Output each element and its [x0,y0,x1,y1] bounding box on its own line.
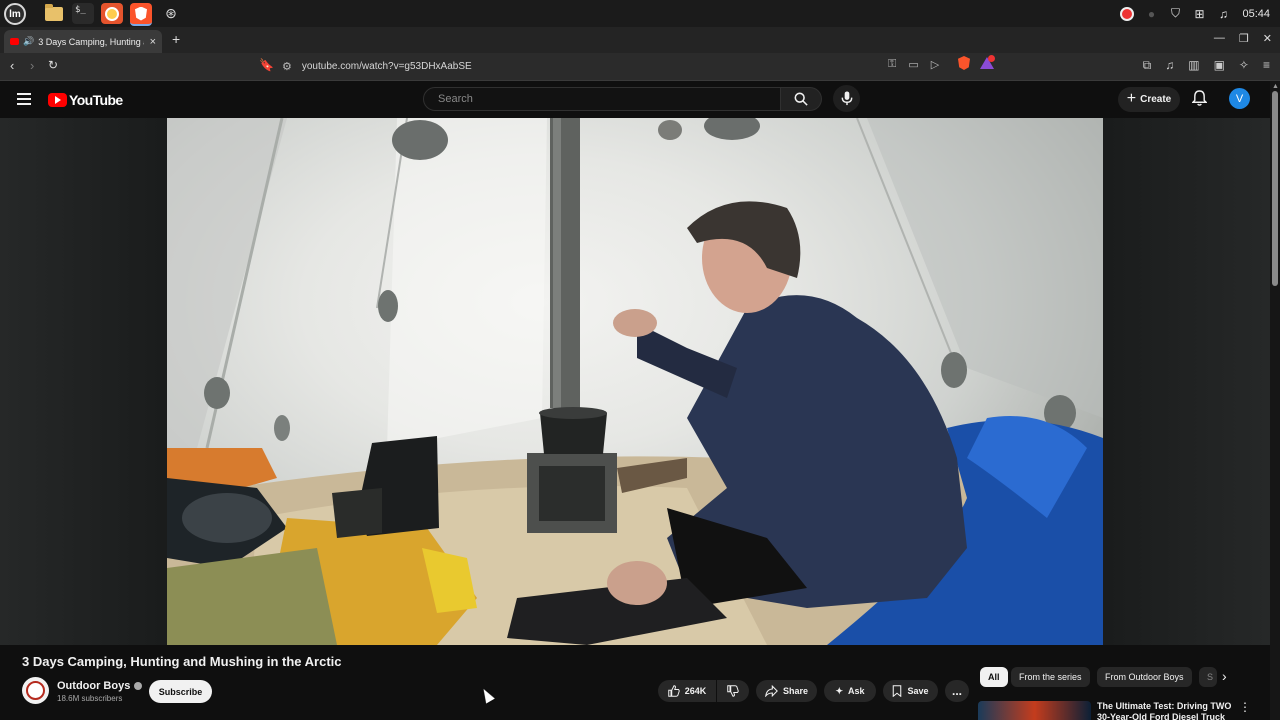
minimize-icon[interactable]: — [1214,32,1225,45]
hamburger-menu-icon[interactable] [17,93,31,105]
firefox-icon[interactable] [101,3,123,24]
save-label: Save [907,686,929,696]
chip-from-series[interactable]: From the series [1011,667,1090,687]
screenshot-icon[interactable]: ⧉ [1143,58,1152,73]
record-icon[interactable] [1120,6,1135,21]
search-box[interactable] [423,87,781,111]
menu-icon[interactable]: ≡ [1263,58,1270,73]
scroll-up-icon[interactable]: ▲ [1272,83,1279,90]
create-label: Create [1140,94,1172,105]
os-taskbar: lm $_ ⊛ ● ⛉ ⊞ ♫ 05:44 [0,0,1280,27]
verified-icon [134,682,143,690]
share-icon [765,685,778,697]
play-icon[interactable]: ▷ [931,58,939,71]
sidebar-icon[interactable]: ▥ [1188,58,1199,73]
page-scrollbar[interactable]: ▲ [1270,81,1280,720]
mint-menu-icon[interactable]: lm [4,3,26,25]
search-button[interactable] [781,87,822,111]
chip-all[interactable]: All [980,667,1008,687]
tab-title: 3 Days Camping, Hunting and Mushing in t… [38,36,144,47]
share-button[interactable]: Share [756,680,817,702]
sparkle-icon: ✦ [835,685,844,696]
ask-button[interactable]: ✦ Ask [824,680,876,702]
bookmark-icon[interactable]: 🔖 [259,58,274,72]
share-label: Share [782,686,808,696]
channel-name[interactable]: Outdoor Boys [57,680,143,692]
close-window-icon[interactable]: ✕ [1263,32,1272,45]
video-player[interactable] [167,118,1103,645]
ask-label: Ask [848,686,865,696]
cast-icon[interactable]: ▭ [908,58,918,71]
search-icon [794,92,808,106]
subscriber-count: 18.6M subscribers [57,694,123,703]
youtube-header: YouTube + Create V [0,81,1270,118]
terminal-icon[interactable]: $_ [72,3,94,24]
clock[interactable]: 05:44 [1242,8,1270,20]
back-icon[interactable]: ‹ [10,58,14,73]
recommendation-title[interactable]: The Ultimate Test: Driving TWO 30-Year-O… [1097,701,1237,720]
chip-truncated[interactable]: S [1199,667,1217,687]
brave-icon[interactable] [130,3,152,26]
youtube-play-icon [48,93,67,107]
bookmark-save-icon [893,685,902,697]
close-tab-icon[interactable]: × [150,36,156,48]
youtube-logo[interactable]: YouTube [48,92,123,108]
new-tab-button[interactable]: + [172,31,180,47]
account-avatar[interactable]: V [1229,88,1250,109]
more-actions-button[interactable]: ... [945,680,969,702]
microphone-icon [841,91,852,106]
site-info-icon[interactable]: ⚙ [282,60,292,73]
plus-icon: + [1126,89,1137,107]
recommendation-thumbnail[interactable] [978,701,1091,720]
video-title: 3 Days Camping, Hunting and Mushing in t… [22,654,342,669]
maximize-icon[interactable]: ❐ [1239,32,1249,45]
toolbar-right-icons: ⧉ ♫ ▥ ▣ ✧ ≡ [1143,58,1270,73]
recommendation-more-icon[interactable]: ⋮ [1239,700,1251,714]
browser-toolbar: ‹ › ↻ 🔖 ⚙ youtube.com/watch?v=g53DHxAabS… [0,53,1280,81]
network-icon[interactable]: ⊞ [1192,7,1206,21]
toggle-icon[interactable]: ● [1144,7,1158,21]
notification-badge [988,55,995,62]
chevron-right-icon[interactable]: › [1222,668,1227,684]
channel-name-text: Outdoor Boys [57,680,131,692]
reload-icon[interactable]: ↻ [48,58,58,72]
notifications-bell-icon[interactable] [1191,90,1208,110]
youtube-logo-text: YouTube [69,92,123,108]
browser-tab[interactable]: 🔊 3 Days Camping, Hunting and Mushing in… [4,30,162,53]
app-icon[interactable]: ⊛ [160,3,182,24]
wallet-icon[interactable]: ▣ [1214,58,1225,73]
browser-tab-bar: 🔊 3 Days Camping, Hunting and Mushing in… [0,27,1280,53]
search-input[interactable] [436,92,740,106]
like-button[interactable]: 264K [658,680,716,702]
mouse-cursor-icon [479,686,495,704]
media-icon[interactable]: ♫ [1165,58,1174,73]
shield-icon[interactable]: ⛉ [1168,6,1182,21]
save-button[interactable]: Save [883,680,938,702]
window-controls: — ❐ ✕ [1214,32,1272,45]
youtube-favicon-icon [10,38,19,45]
thumbs-down-icon [727,685,739,697]
chip-from-outdoor-boys[interactable]: From Outdoor Boys [1097,667,1192,687]
scrollbar-thumb[interactable] [1272,91,1278,286]
create-button[interactable]: + Create [1118,87,1180,112]
subscribe-button[interactable]: Subscribe [149,680,212,703]
speaker-icon[interactable]: 🔊 [23,36,34,47]
system-tray: ● ⛉ ⊞ ♫ 05:44 [1120,0,1270,27]
channel-avatar[interactable] [22,677,49,704]
key-icon[interactable]: ⚿ [888,58,896,71]
music-icon[interactable]: ♫ [1216,7,1230,21]
url-text[interactable]: youtube.com/watch?v=g53DHxAabSE [302,61,472,72]
voice-search-button[interactable] [833,85,860,112]
dislike-button[interactable] [717,680,749,702]
video-frame [167,118,1103,645]
forward-icon[interactable]: › [30,58,34,73]
like-count: 264K [684,686,707,696]
leo-icon[interactable]: ✧ [1239,58,1249,73]
files-icon[interactable] [43,3,65,24]
address-bar-actions: ⚿ ▭ ▷ [888,58,939,71]
thumbs-up-icon [667,685,680,697]
